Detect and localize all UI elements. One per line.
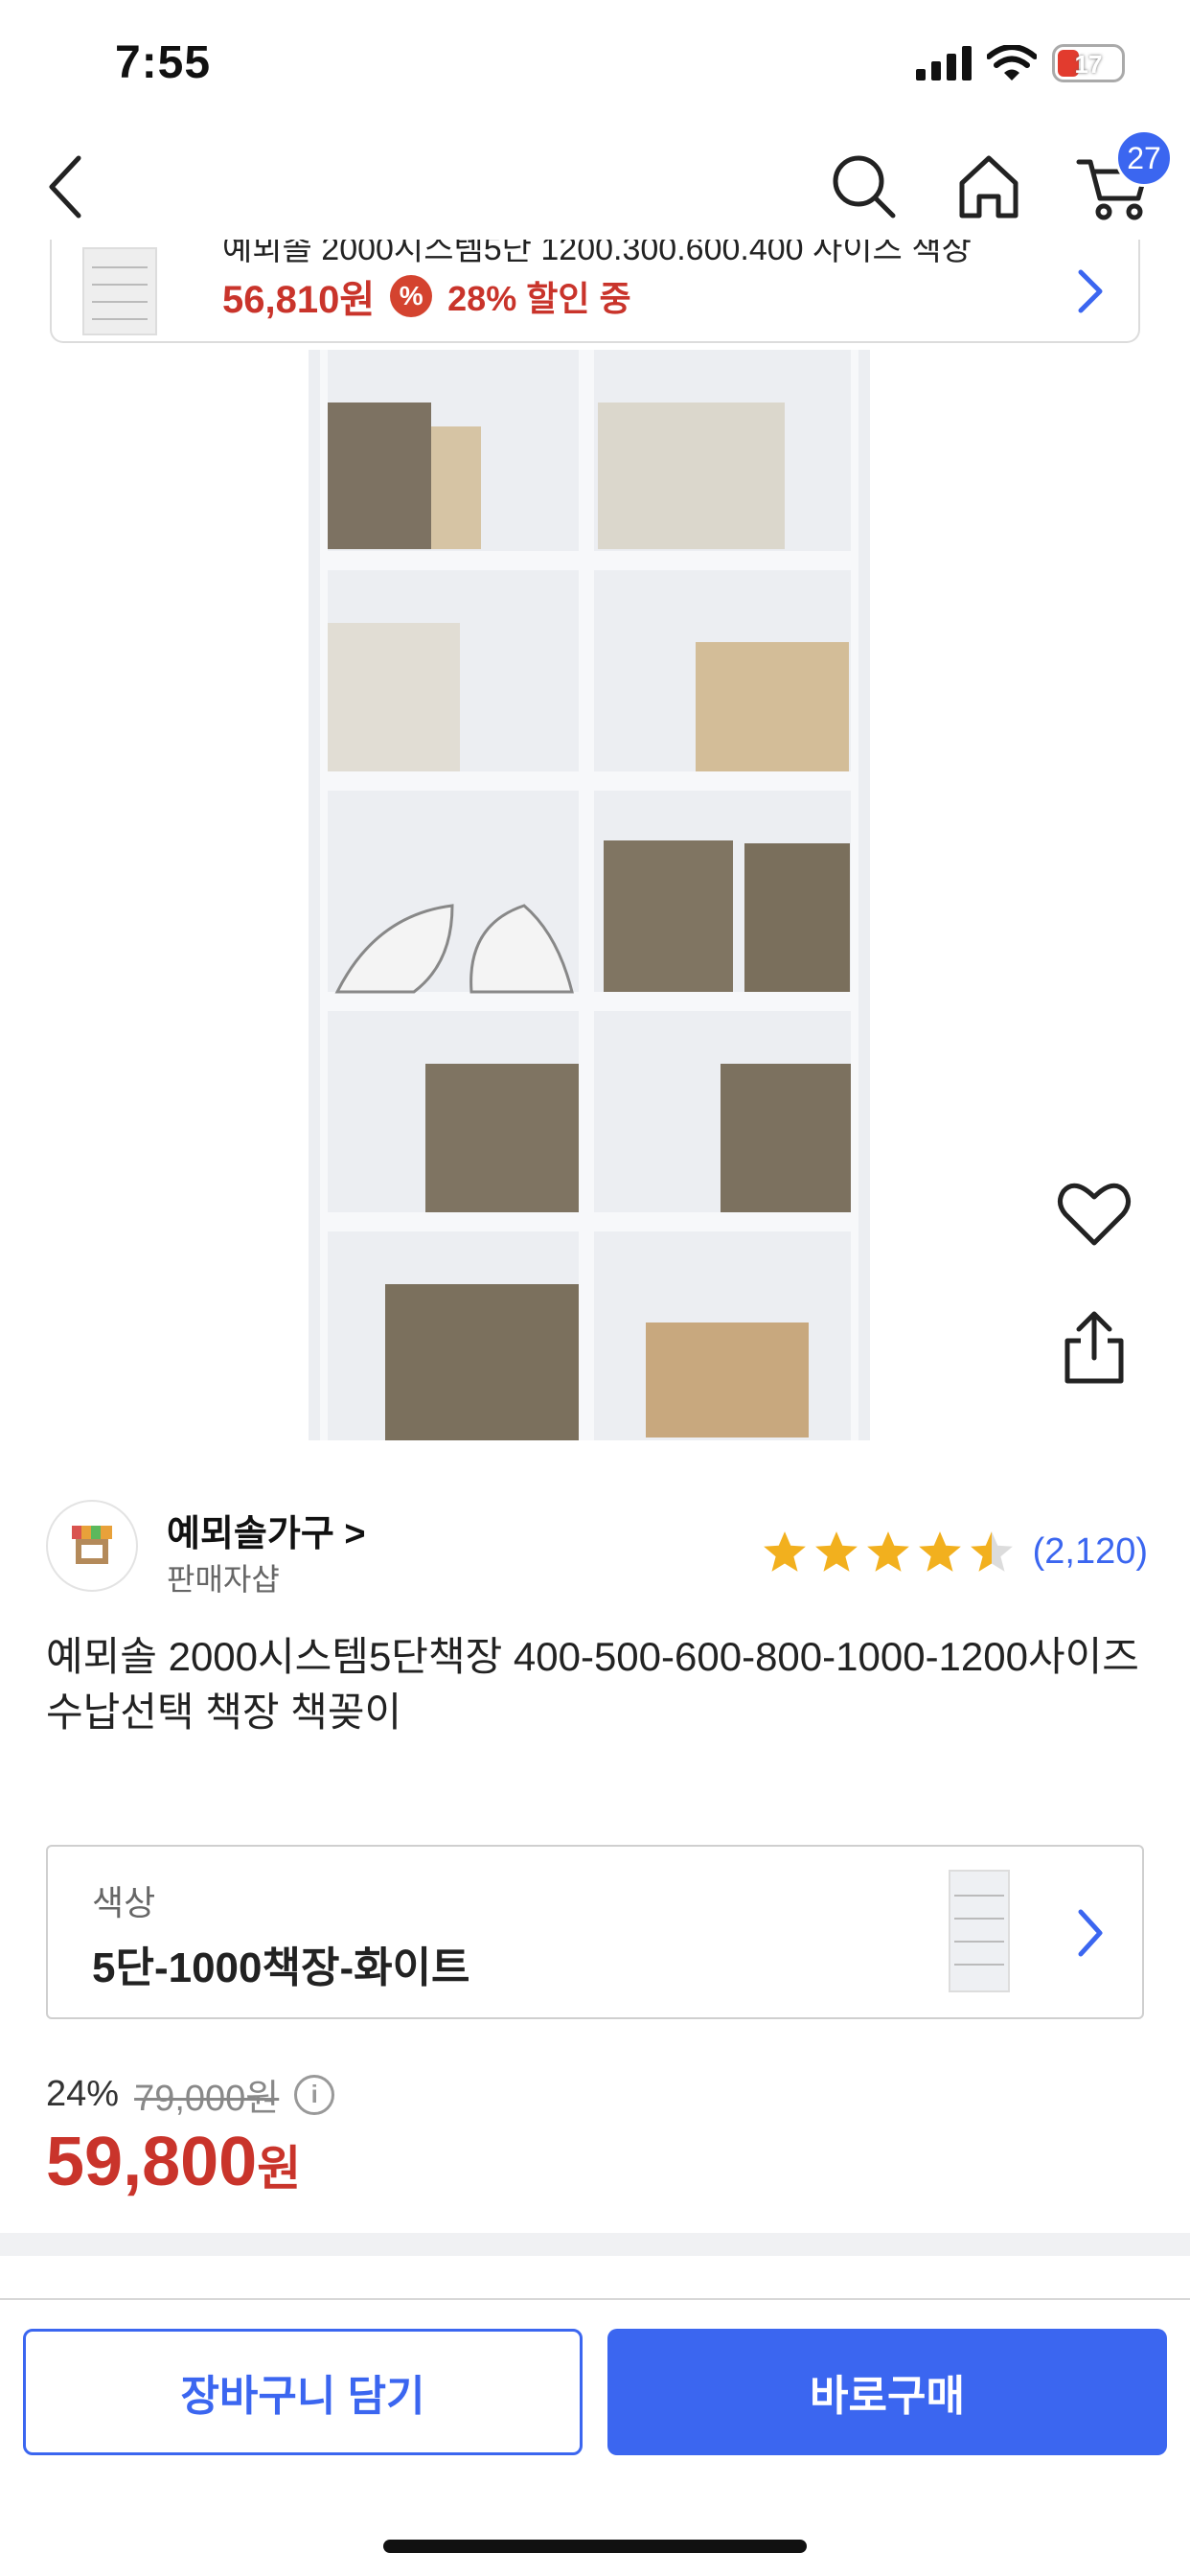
final-price-unit: 원 — [257, 2142, 302, 2196]
buy-now-button[interactable]: 바로구매 — [607, 2329, 1167, 2455]
star-icon — [970, 1531, 1013, 1572]
heart-icon[interactable] — [1054, 1174, 1134, 1254]
option-selector[interactable]: 색상 5단-1000책장-화이트 — [46, 1845, 1144, 2019]
rating[interactable]: (2,120) — [761, 1529, 1148, 1575]
store-icon — [72, 1526, 112, 1564]
star-icon — [763, 1531, 806, 1572]
recommendation-price-row: 56,810원 % 28% 할인 중 — [222, 268, 631, 324]
seller-name[interactable]: 예뫼솔가구 > — [167, 1504, 366, 1556]
final-price-number: 59,800 — [46, 2124, 258, 2200]
nav-bar: 27 — [0, 129, 1190, 240]
back-icon[interactable] — [38, 149, 96, 225]
option-label: 색상 — [92, 1883, 156, 1922]
discount-percent-icon: % — [390, 275, 433, 317]
final-price: 59,800원 — [46, 2123, 301, 2201]
chevron-right-icon — [1078, 1909, 1103, 1957]
wifi-icon — [987, 45, 1037, 80]
product-image[interactable] — [309, 350, 870, 1440]
chevron-right-icon — [1078, 269, 1103, 313]
status-indicators: 17 — [916, 44, 1125, 82]
section-divider — [0, 2233, 1190, 2256]
nav-actions: 27 — [826, 129, 1173, 225]
home-icon[interactable] — [950, 149, 1027, 225]
seller-logo[interactable] — [46, 1500, 138, 1592]
star-icon — [866, 1531, 909, 1572]
option-thumbnail — [949, 1870, 1010, 1992]
add-to-cart-button[interactable]: 장바구니 담기 — [23, 2329, 583, 2455]
status-time: 7:55 — [115, 37, 212, 88]
original-price: 79,000원 — [134, 2079, 280, 2119]
recommendation-price: 56,810원 — [222, 279, 376, 321]
price-original-row: 24% 79,000원 i — [46, 2068, 335, 2121]
bottom-action-bar: 장바구니 담기 바로구매 — [0, 2298, 1190, 2576]
share-icon[interactable] — [1054, 1308, 1134, 1389]
product-title: 예뫼솔 2000시스템5단책장 400-500-600-800-1000-120… — [46, 1634, 1139, 1735]
cart-count-badge: 27 — [1115, 129, 1173, 187]
recommendation-thumbnail — [82, 247, 157, 335]
status-bar: 7:55 17 — [0, 0, 1190, 125]
cart-button[interactable]: 27 — [1075, 129, 1173, 225]
recommendation-title: 예뫼솔 2000시스템5단 1200.300.600.400 사이즈 책장 — [222, 240, 972, 267]
rating-stars — [761, 1529, 1016, 1575]
recommendation-discount: 28% 할인 중 — [447, 279, 631, 318]
star-icon — [918, 1531, 961, 1572]
rating-count: (2,120) — [1032, 1530, 1148, 1572]
option-value: 5단-1000책장-화이트 — [92, 1944, 470, 1991]
recommendation-banner[interactable]: 예뫼솔 2000시스템5단 1200.300.600.400 사이즈 책장 56… — [50, 240, 1140, 343]
discount-rate: 24% — [46, 2074, 120, 2114]
seller-type: 판매자샵 — [167, 1562, 280, 1597]
seller-row: 예뫼솔가구 > 판매자샵 (2,120) — [46, 1500, 1148, 1597]
search-icon[interactable] — [826, 149, 903, 225]
home-indicator — [383, 2540, 807, 2553]
battery-level: 17 — [1074, 50, 1103, 79]
star-icon — [814, 1531, 858, 1572]
battery-icon: 17 — [1052, 44, 1125, 82]
signal-icon — [916, 46, 972, 80]
info-icon[interactable]: i — [294, 2074, 335, 2115]
